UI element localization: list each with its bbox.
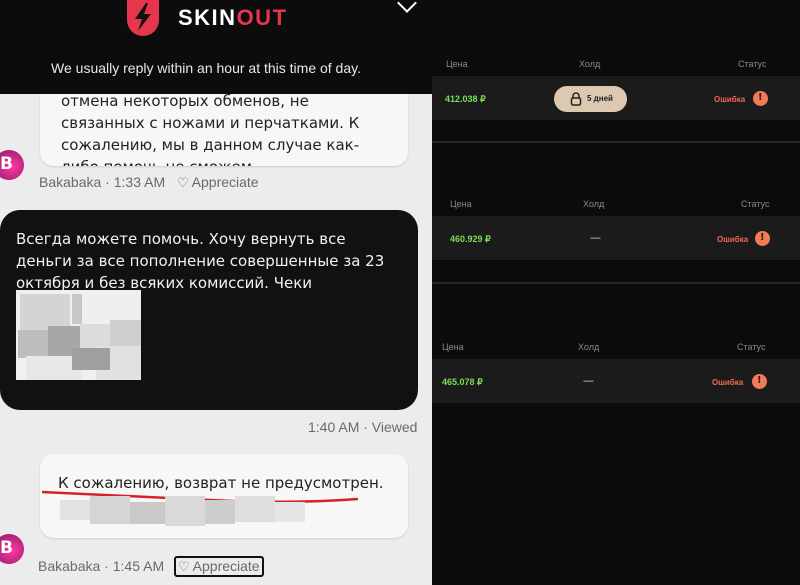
message-2-meta: 1:40 AM · Viewed [308, 419, 418, 435]
agent-avatar: B [0, 534, 24, 564]
order-price: 412.038 ₽ [445, 94, 486, 104]
heart-icon[interactable]: ♡ [177, 175, 189, 191]
error-icon[interactable] [752, 374, 767, 389]
header-status: Статус [738, 59, 767, 69]
order-price: 460.929 ₽ [450, 234, 491, 244]
brand-name-skin: SKIN [178, 5, 237, 30]
header-price: Цена [442, 342, 464, 352]
header-status: Статус [737, 342, 766, 352]
message-1-time: 1:33 AM [113, 174, 166, 190]
lock-icon [570, 92, 582, 106]
error-icon[interactable] [755, 231, 770, 246]
header-hold: Холд [578, 342, 600, 352]
divider [432, 141, 800, 143]
header-hold: Холд [579, 59, 601, 69]
agent-message-1-text: отмена некоторых обменов, не связанных с… [61, 92, 360, 166]
message-3-meta: Bakabaka · 1:45 AM ♡ Appreciate [38, 556, 264, 577]
brand-name: SKINOUT [178, 5, 288, 31]
orders-panel: Цена Холд Статус 412.038 ₽ Ошибка 5 дней… [432, 0, 800, 585]
header-hold: Холд [583, 199, 605, 209]
hold-badge: 5 дней [554, 86, 627, 112]
order-price: 465.078 ₽ [442, 377, 483, 387]
header-price: Цена [450, 199, 472, 209]
appreciate-button-1[interactable]: Appreciate [192, 174, 259, 190]
heart-icon: ♡ [178, 559, 190, 574]
hold-empty: — [590, 231, 601, 244]
hold-days: 5 дней [587, 94, 613, 103]
receipt-attachments[interactable] [16, 290, 141, 380]
message-1-meta: Bakabaka · 1:33 AM ♡ Appreciate [39, 174, 259, 191]
message-3-author: Bakabaka [38, 558, 101, 574]
hold-empty: — [583, 374, 594, 387]
message-3-time: 1:45 AM [112, 558, 165, 574]
collapse-chevron-icon[interactable] [397, 0, 417, 13]
agent-avatar: B [0, 150, 24, 180]
reply-time-note: We usually reply within an hour at this … [51, 60, 361, 76]
order-status: Ошибка [717, 235, 749, 244]
agent-avatar-letter: B [0, 154, 13, 174]
message-1-author: Bakabaka [39, 174, 102, 190]
brand-name-out: OUT [236, 5, 288, 30]
chat-panel: отмена некоторых обменов, не связанных с… [0, 0, 432, 585]
order-status: Ошибка [712, 378, 744, 387]
chat-header: SKINOUT We usually reply within an hour … [0, 0, 432, 94]
appreciate-button-3[interactable]: ♡ Appreciate [174, 556, 264, 577]
redacted-text [60, 496, 305, 526]
agent-avatar-letter: B [0, 538, 13, 558]
order-row[interactable]: 465.078 ₽ — Ошибка [432, 359, 800, 403]
divider [432, 282, 800, 284]
order-row[interactable]: 460.929 ₽ — Ошибка [432, 216, 800, 260]
error-icon[interactable] [753, 91, 768, 106]
header-price: Цена [446, 59, 468, 69]
header-status: Статус [741, 199, 770, 209]
appreciate-button-3-label: Appreciate [192, 558, 260, 574]
order-status: Ошибка [714, 95, 746, 104]
user-message: Всегда можете помочь. Хочу вернуть все д… [0, 210, 418, 410]
skinout-logo [127, 0, 159, 36]
